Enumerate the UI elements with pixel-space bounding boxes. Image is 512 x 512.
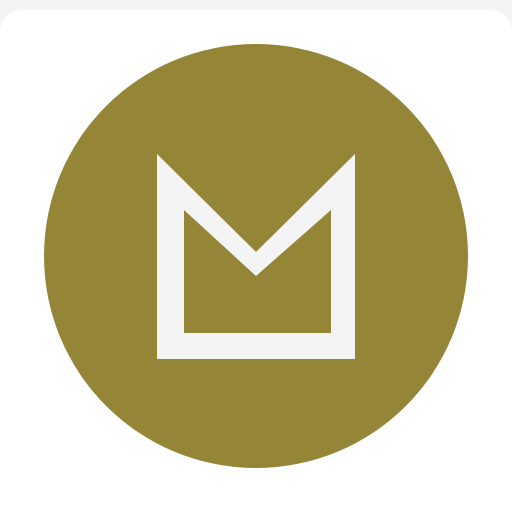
- m-monogram-logo-icon: [44, 44, 468, 468]
